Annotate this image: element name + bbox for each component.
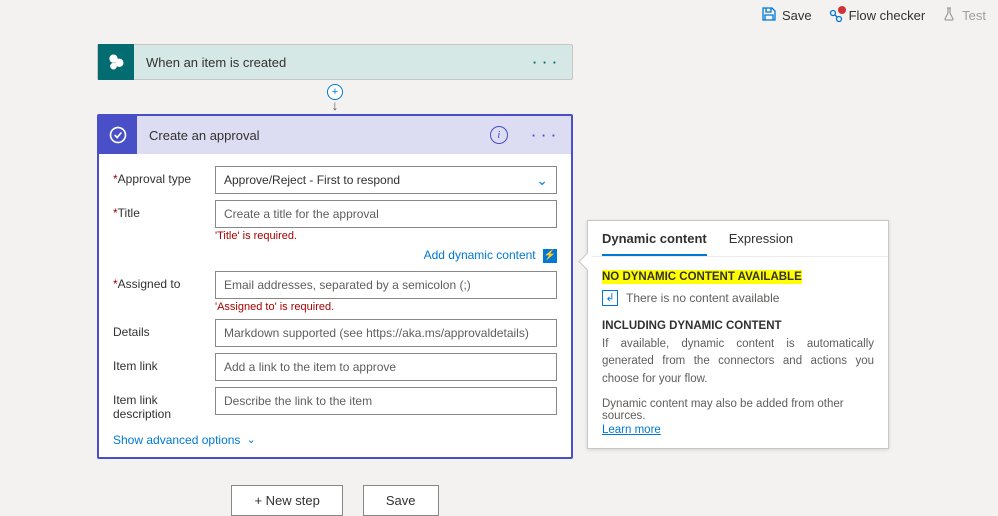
show-advanced-link[interactable]: Show advanced options ⌄ [113,433,256,447]
footer-buttons: + New step Save [97,485,573,516]
flow-canvas: When an item is created · · · + ↓ Create… [97,44,573,516]
item-link-desc-input[interactable]: Describe the link to the item [215,387,557,415]
flow-checker-icon [828,8,844,24]
add-dynamic-row: Add dynamic content ⚡ [113,248,557,263]
assigned-to-error: 'Assigned to' is required. [215,301,557,313]
label-approval-type: *Approval type [113,166,215,186]
row-approval-type: *Approval type Approve/Reject - First to… [113,166,557,194]
action-menu-button[interactable]: · · · [518,128,571,143]
connector: + ↓ [97,80,573,114]
add-dynamic-link[interactable]: Add dynamic content [424,248,536,262]
arrow-down-icon: ↓ [332,98,339,112]
error-badge-dot [838,6,846,14]
dynamic-content-flyout: Dynamic content Expression NO DYNAMIC CO… [587,220,889,449]
approval-type-value: Approve/Reject - First to respond [224,173,400,187]
no-content-row: ↲ There is no content available [602,290,874,306]
item-link-input[interactable]: Add a link to the item to approve [215,353,557,381]
save-icon [761,6,777,25]
row-assigned-to: *Assigned to Email addresses, separated … [113,271,557,313]
test-label: Test [962,8,986,23]
other-sources-text: Dynamic content may also be added from o… [602,398,874,422]
including-text: If available, dynamic content is automat… [602,336,874,388]
action-card: Create an approval i · · · *Approval typ… [97,114,573,459]
action-form: *Approval type Approve/Reject - First to… [99,154,571,457]
row-title: *Title Create a title for the approval '… [113,200,557,242]
including-heading: INCLUDING DYNAMIC CONTENT [602,320,874,332]
title-error: 'Title' is required. [215,230,557,242]
flask-icon [941,6,957,25]
dynamic-token-icon: ↲ [602,290,618,306]
flow-checker-label: Flow checker [849,8,926,23]
approval-icon [99,116,137,154]
title-input[interactable]: Create a title for the approval [215,200,557,228]
top-toolbar: Save Flow checker Test [761,6,986,25]
new-step-button[interactable]: + New step [231,485,342,516]
dynamic-badge-icon[interactable]: ⚡ [543,249,557,263]
row-item-link-desc: Item link description Describe the link … [113,387,557,421]
row-details: Details Markdown supported (see https://… [113,319,557,347]
assigned-to-input[interactable]: Email addresses, separated by a semicolo… [215,271,557,299]
label-item-link: Item link [113,353,215,373]
label-assigned-to: *Assigned to [113,271,215,291]
flyout-body: NO DYNAMIC CONTENT AVAILABLE ↲ There is … [588,257,888,448]
advanced-label: Show advanced options [113,433,240,447]
no-content-msg: There is no content available [626,291,779,305]
tab-expression[interactable]: Expression [729,231,793,256]
chevron-down-icon: ⌄ [536,172,548,189]
approval-type-select[interactable]: Approve/Reject - First to respond ⌄ [215,166,557,194]
flow-checker-button[interactable]: Flow checker [828,8,926,24]
details-input[interactable]: Markdown supported (see https://aka.ms/a… [215,319,557,347]
test-button: Test [941,6,986,25]
flyout-tabs: Dynamic content Expression [588,221,888,257]
trigger-title: When an item is created [134,55,519,70]
label-title: *Title [113,200,215,220]
tab-dynamic-content[interactable]: Dynamic content [602,231,707,256]
learn-more-link[interactable]: Learn more [602,424,661,436]
no-content-heading: NO DYNAMIC CONTENT AVAILABLE [602,270,802,284]
label-item-link-desc: Item link description [113,387,215,421]
action-title: Create an approval [137,128,490,143]
trigger-menu-button[interactable]: · · · [519,55,572,70]
action-header[interactable]: Create an approval i · · · [99,116,571,154]
info-icon[interactable]: i [490,126,508,144]
save-label: Save [782,8,812,23]
save-flow-button[interactable]: Save [363,485,439,516]
chevron-down-icon: ⌄ [246,433,255,446]
trigger-card[interactable]: When an item is created · · · [97,44,573,80]
sharepoint-icon [98,44,134,80]
save-button[interactable]: Save [761,6,812,25]
row-item-link: Item link Add a link to the item to appr… [113,353,557,381]
label-details: Details [113,319,215,339]
